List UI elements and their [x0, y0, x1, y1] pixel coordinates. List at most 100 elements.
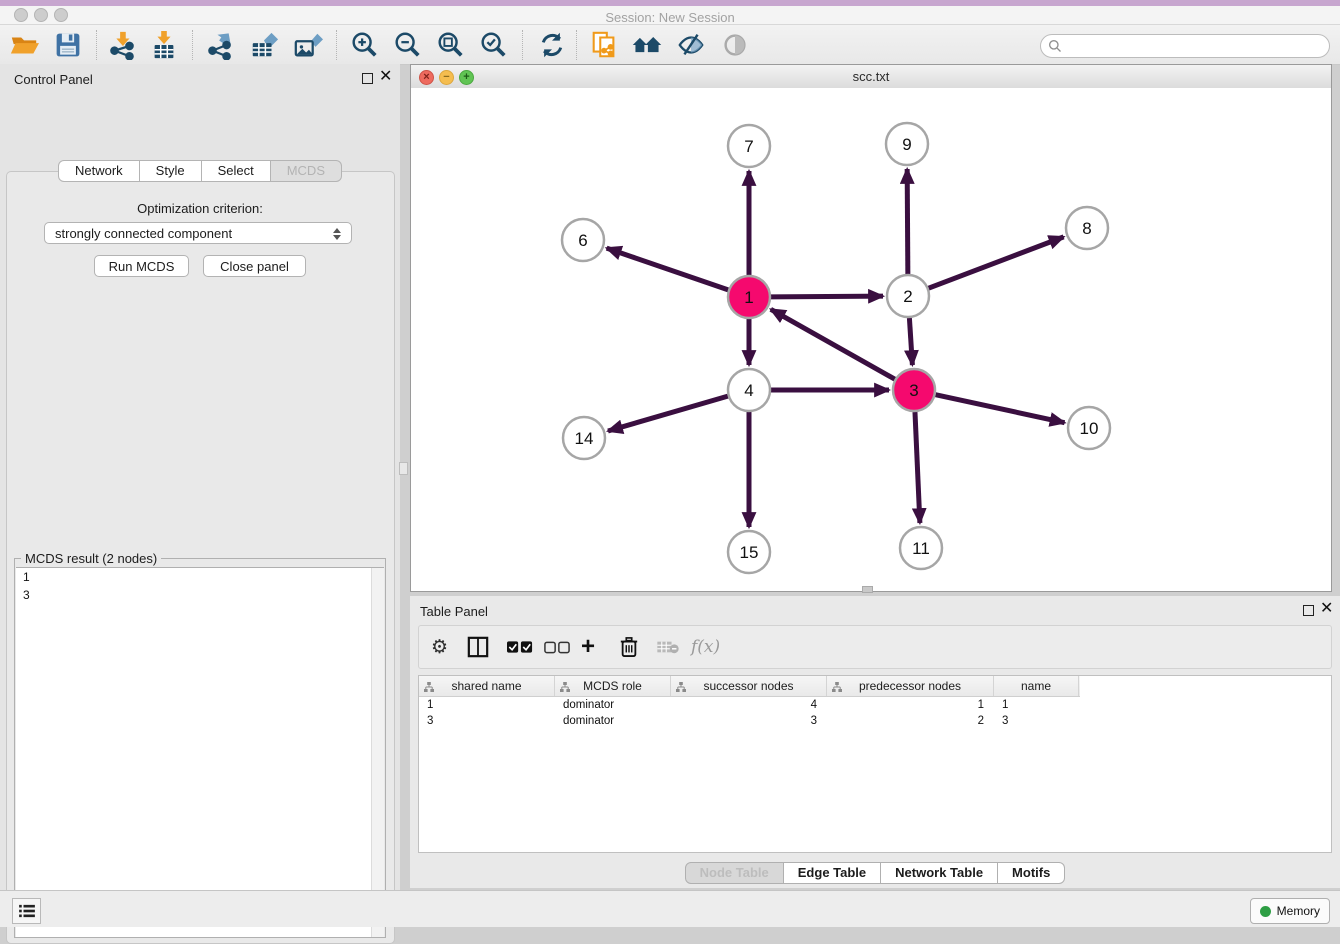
cell-shared-name[interactable]: 3 — [419, 713, 555, 729]
node-label-7: 7 — [744, 137, 753, 156]
hide-selected-eye-icon[interactable] — [675, 29, 707, 61]
edge-4-14[interactable] — [608, 396, 728, 431]
column-header-predecessor-nodes[interactable]: predecessor nodes — [827, 676, 994, 696]
network-window-titlebar[interactable]: × − + scc.txt — [411, 65, 1331, 89]
zoom-selected-icon[interactable] — [477, 29, 509, 61]
cell-predecessor-nodes[interactable]: 1 — [827, 697, 994, 713]
result-list-item[interactable]: 1 — [16, 568, 384, 586]
cell-name[interactable]: 3 — [994, 713, 1079, 729]
toolbar-separator — [336, 30, 337, 60]
control-panel-header: Control Panel ✕ — [0, 64, 400, 94]
zoom-fit-icon[interactable] — [434, 29, 466, 61]
function-builder-icon: f(x) — [691, 631, 720, 663]
cell-predecessor-nodes[interactable]: 2 — [827, 713, 994, 729]
close-table-panel-icon[interactable]: ✕ — [1320, 600, 1333, 618]
close-panel-button[interactable]: Close panel — [203, 255, 306, 277]
save-session-icon[interactable] — [52, 29, 84, 61]
column-layout-icon[interactable] — [467, 631, 489, 663]
float-panel-icon[interactable] — [362, 73, 373, 84]
deselect-all-checkboxes-icon[interactable] — [544, 631, 570, 663]
edge-2-9[interactable] — [907, 169, 908, 274]
tab-network[interactable]: Network — [58, 160, 140, 182]
delete-column-icon[interactable] — [619, 631, 639, 663]
task-history-button[interactable] — [12, 898, 41, 924]
open-session-icon[interactable] — [8, 29, 40, 61]
network-canvas[interactable]: 7968124314101511 — [411, 88, 1331, 591]
table-header-row[interactable]: shared nameMCDS rolesuccessor nodesprede… — [419, 676, 1080, 697]
float-table-panel-icon[interactable] — [1303, 605, 1314, 616]
select-value: strongly connected component — [55, 226, 232, 241]
home-icon[interactable] — [631, 29, 663, 61]
mcds-result-title: MCDS result (2 nodes) — [21, 551, 161, 566]
edge-3-10[interactable] — [935, 395, 1064, 423]
column-hierarchy-icon[interactable] — [676, 681, 686, 695]
column-header-MCDS-role[interactable]: MCDS role — [555, 676, 671, 696]
tab-mcds[interactable]: MCDS — [271, 160, 342, 182]
network-resize-grip[interactable] — [862, 586, 873, 593]
close-panel-icon[interactable]: ✕ — [379, 68, 392, 86]
cell-successor-nodes[interactable]: 4 — [671, 697, 827, 713]
search-icon — [1048, 39, 1063, 54]
tab-motifs[interactable]: Motifs — [998, 862, 1065, 884]
cell-name[interactable]: 1 — [994, 697, 1079, 713]
mcds-result-list[interactable]: 13 — [16, 567, 384, 937]
node-label-4: 4 — [744, 381, 753, 400]
tab-select[interactable]: Select — [202, 160, 271, 182]
result-scrollbar[interactable] — [371, 568, 384, 937]
column-hierarchy-icon[interactable] — [832, 681, 842, 695]
edge-3-1[interactable] — [771, 309, 895, 379]
column-header-shared-name[interactable]: shared name — [419, 676, 555, 696]
node-table[interactable]: shared nameMCDS rolesuccessor nodesprede… — [418, 675, 1332, 853]
select-all-checkboxes-icon[interactable] — [507, 631, 533, 663]
optimization-criterion-label: Optimization criterion: — [0, 201, 400, 216]
result-list-item[interactable]: 3 — [16, 586, 384, 604]
cell-MCDS-role[interactable]: dominator — [555, 697, 671, 713]
optimization-criterion-select[interactable]: strongly connected component — [44, 222, 352, 244]
search-input[interactable] — [1040, 34, 1330, 58]
node-label-9: 9 — [902, 135, 911, 154]
node-label-8: 8 — [1082, 219, 1091, 238]
control-panel-title: Control Panel — [14, 72, 93, 87]
edge-2-8[interactable] — [929, 237, 1064, 288]
node-label-15: 15 — [740, 543, 759, 562]
tab-node-table[interactable]: Node Table — [685, 862, 784, 884]
cell-shared-name[interactable]: 1 — [419, 697, 555, 713]
memory-button[interactable]: Memory — [1250, 898, 1330, 924]
table-row[interactable]: 3dominator323 — [419, 713, 1331, 729]
export-network-icon[interactable] — [204, 29, 236, 61]
main-toolbar — [0, 25, 1340, 65]
memory-label: Memory — [1277, 904, 1320, 918]
zoom-in-icon[interactable] — [348, 29, 380, 61]
cell-successor-nodes[interactable]: 3 — [671, 713, 827, 729]
tab-style[interactable]: Style — [140, 160, 202, 182]
select-stepper-icon — [333, 226, 343, 242]
import-table-icon[interactable] — [148, 29, 180, 61]
column-hierarchy-icon[interactable] — [560, 681, 570, 695]
table-row[interactable]: 1dominator411 — [419, 697, 1331, 713]
export-image-icon[interactable] — [292, 29, 324, 61]
cell-MCDS-role[interactable]: dominator — [555, 713, 671, 729]
toolbar-separator — [576, 30, 577, 60]
column-header-successor-nodes[interactable]: successor nodes — [671, 676, 827, 696]
control-panel-tabs: NetworkStyleSelectMCDS — [0, 160, 400, 182]
clone-network-icon[interactable] — [588, 29, 620, 61]
edge-1-6[interactable] — [607, 248, 729, 290]
table-options-gear-icon[interactable]: ⚙ — [431, 631, 448, 663]
run-mcds-button[interactable]: Run MCDS — [94, 255, 189, 277]
add-column-icon[interactable]: + — [581, 631, 595, 663]
edge-2-3[interactable] — [909, 318, 912, 365]
import-network-icon[interactable] — [106, 29, 138, 61]
tab-network-table[interactable]: Network Table — [881, 862, 998, 884]
refresh-view-icon[interactable] — [536, 29, 568, 61]
toolbar-separator — [192, 30, 193, 60]
zoom-out-icon[interactable] — [391, 29, 423, 61]
tab-edge-table[interactable]: Edge Table — [784, 862, 881, 884]
edge-1-2[interactable] — [771, 296, 883, 297]
column-hierarchy-icon[interactable] — [424, 681, 434, 695]
column-header-name[interactable]: name — [994, 676, 1079, 696]
export-table-icon[interactable] — [248, 29, 280, 61]
node-label-2: 2 — [903, 287, 912, 306]
mcds-result-groupbox: MCDS result (2 nodes) 13 — [14, 558, 386, 938]
splitter-handle[interactable] — [399, 462, 408, 475]
edge-3-11[interactable] — [915, 412, 920, 523]
